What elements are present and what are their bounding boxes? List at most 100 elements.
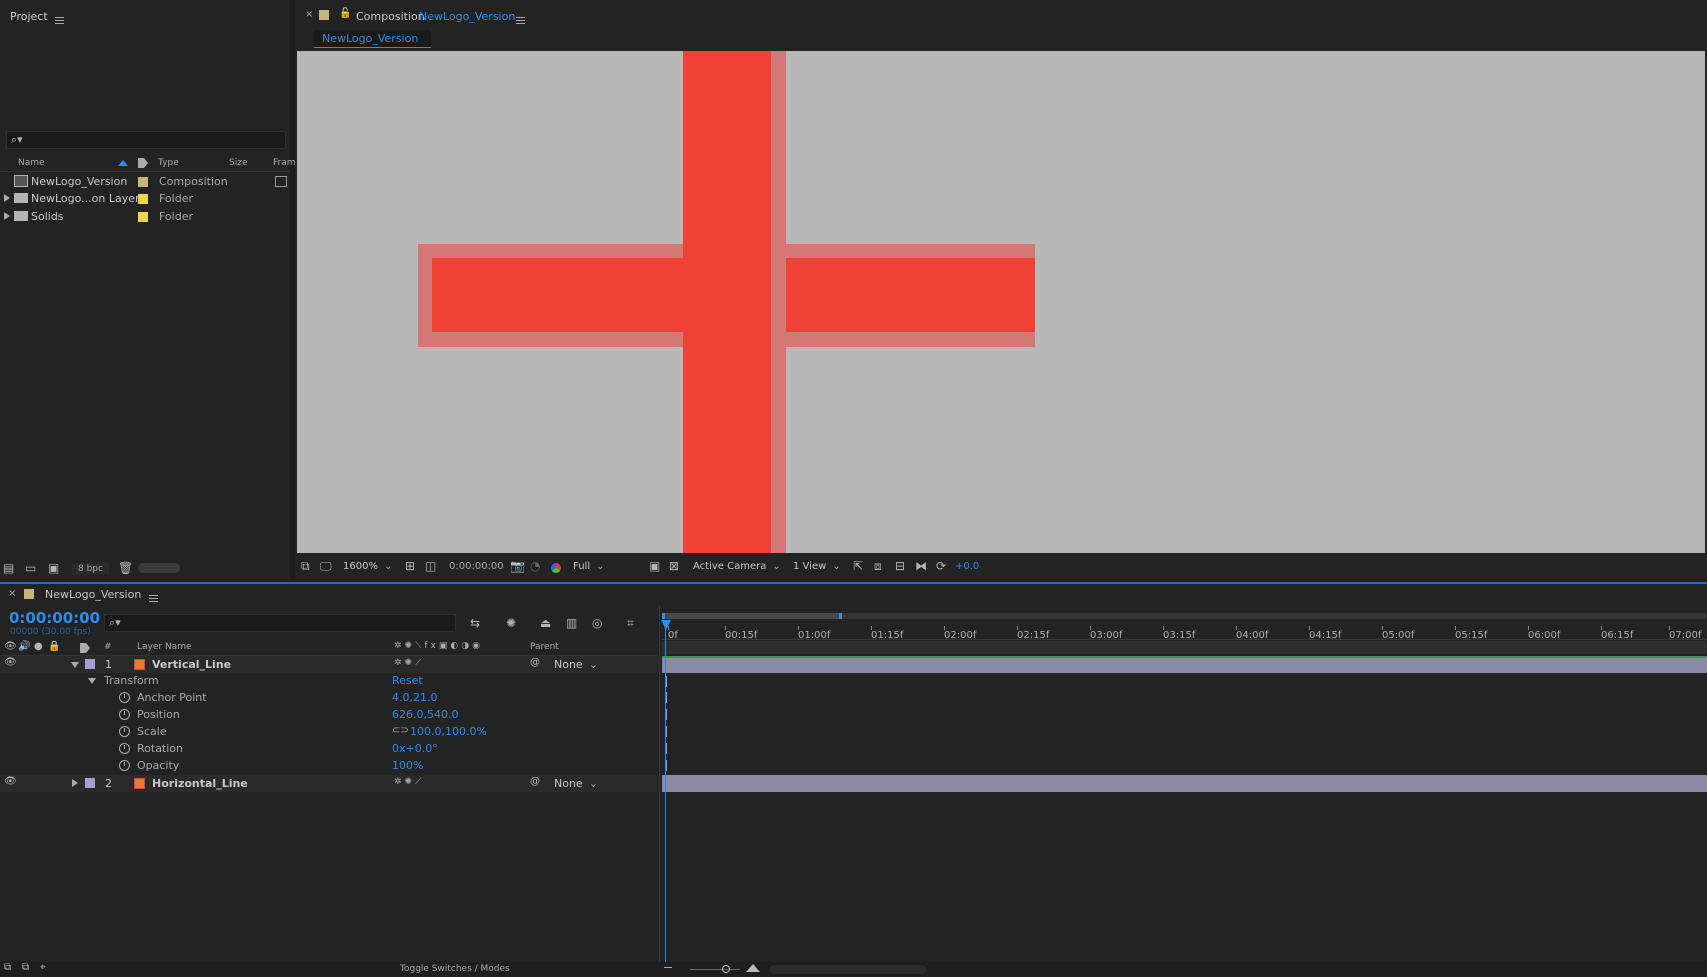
timeline-divider[interactable] <box>659 606 660 977</box>
always-preview-icon[interactable]: ⧉ <box>301 559 310 574</box>
zoom-slider-handle[interactable] <box>722 965 730 973</box>
timeline-tab-label[interactable]: NewLogo_Version <box>45 588 141 601</box>
column-size[interactable]: Size <box>229 158 247 168</box>
toggle-switches-modes-button[interactable]: Toggle Switches / Modes <box>400 964 510 974</box>
composition-tab[interactable]: NewLogo_Version <box>314 30 431 48</box>
label-swatch[interactable] <box>138 177 148 187</box>
expand-arrow-icon[interactable] <box>4 212 10 220</box>
label-tag-icon[interactable] <box>138 158 148 168</box>
transparency-grid-icon[interactable]: ◫ <box>425 559 436 573</box>
fit-frame-icon[interactable]: ⊞ <box>405 559 415 573</box>
composition-viewer[interactable] <box>297 51 1705 553</box>
stopwatch-icon[interactable] <box>119 760 130 771</box>
property-row[interactable]: Rotation 0x+0.0° <box>0 741 658 757</box>
video-toggle-icon[interactable]: 👁 <box>4 641 17 652</box>
reset-exposure-icon[interactable]: ⟳ <box>936 559 946 573</box>
property-value[interactable]: 4.0,21.0 <box>392 691 437 704</box>
current-time-indicator-head[interactable] <box>661 620 671 630</box>
draft-3d-icon[interactable]: ✺ <box>506 616 516 630</box>
shy-layers-icon[interactable]: ⏏ <box>540 616 551 630</box>
bpc-button[interactable]: 8 bpc <box>72 563 109 575</box>
layer-row[interactable]: 👁 1 Vertical_Line ✲✺⟋ @ None <box>0 656 658 673</box>
layer-switches[interactable]: ✲✺⟋ <box>394 777 424 787</box>
fast-previews-icon[interactable]: ⧈ <box>874 559 882 574</box>
stopwatch-icon[interactable] <box>119 726 130 737</box>
view-layout-dropdown[interactable]: 1 View <box>793 561 841 572</box>
new-composition-icon[interactable]: ▣ <box>48 561 59 575</box>
exposure-value[interactable]: +0.0 <box>955 561 979 572</box>
expand-arrow-icon[interactable] <box>71 662 79 668</box>
monitor-icon[interactable]: 🖵 <box>320 559 332 574</box>
comp-mini-flowchart-icon[interactable]: ⇆ <box>470 616 480 630</box>
column-frame[interactable]: Fram <box>273 158 296 168</box>
layer-duration-bar[interactable] <box>662 775 1707 792</box>
transform-group-row[interactable]: Transform Reset <box>0 673 658 689</box>
sort-ascending-icon[interactable] <box>118 160 128 166</box>
property-row[interactable]: Scale ⊂⊃ 100.0,100.0% <box>0 724 658 740</box>
property-value[interactable]: 0x+0.0° <box>392 742 438 755</box>
expand-arrow-icon[interactable] <box>4 194 10 202</box>
stopwatch-icon[interactable] <box>119 709 130 720</box>
interpret-footage-icon[interactable]: ▤ <box>3 561 14 575</box>
column-name[interactable]: Name <box>18 158 45 168</box>
transform-reset-link[interactable]: Reset <box>392 674 423 687</box>
stopwatch-icon[interactable] <box>119 743 130 754</box>
vertical-line-layer[interactable] <box>683 51 771 553</box>
layer-name[interactable]: Vertical_Line <box>152 658 231 671</box>
expand-arrow-icon[interactable] <box>72 779 78 787</box>
property-row[interactable]: Anchor Point 4.0,21.0 <box>0 690 658 706</box>
timeline-icon[interactable]: ⊟ <box>895 559 905 573</box>
frame-blending-icon[interactable]: ▥ <box>566 616 577 630</box>
close-icon[interactable]: × <box>305 9 313 20</box>
pickwhip-icon[interactable]: @ <box>530 657 540 668</box>
property-row[interactable]: Opacity 100% <box>0 758 658 774</box>
property-row[interactable]: Position 626.0,540.0 <box>0 707 658 723</box>
toggle-transparency-icon[interactable]: ⊠ <box>669 559 679 573</box>
show-snapshot-icon[interactable]: ◔ <box>530 559 540 573</box>
flowchart-icon[interactable]: ⧓ <box>915 559 927 573</box>
zoom-in-icon[interactable] <box>746 964 760 972</box>
project-item[interactable]: NewLogo_Version Composition <box>0 173 290 190</box>
project-item[interactable]: Solids Folder <box>0 208 290 225</box>
property-value[interactable]: 626.0,540.0 <box>392 708 458 721</box>
time-navigator[interactable] <box>662 613 1707 619</box>
current-time-display[interactable]: 0:00:00:00 <box>9 609 100 627</box>
lock-toggle-icon[interactable]: 🔒 <box>48 641 60 652</box>
pickwhip-icon[interactable]: @ <box>530 776 540 787</box>
property-value[interactable]: 100.0,100.0% <box>410 725 487 738</box>
project-search-input[interactable] <box>33 132 283 148</box>
viewer-timecode[interactable]: 0:00:00:00 <box>449 561 504 572</box>
work-area-bar[interactable] <box>662 613 842 619</box>
lock-icon[interactable]: 🔓 <box>339 8 351 19</box>
zoom-slider[interactable] <box>690 969 740 970</box>
layer-switches-toggle-icon[interactable]: ⧉ <box>4 962 11 973</box>
layer-duration-bar[interactable] <box>662 656 1707 673</box>
zoom-out-icon[interactable] <box>664 967 672 968</box>
resolution-dropdown[interactable]: Full <box>573 561 643 572</box>
layer-row[interactable]: 👁 2 Horizontal_Line ✲✺⟋ @ None <box>0 775 658 792</box>
new-folder-icon[interactable]: ▭ <box>25 561 36 575</box>
label-tag-icon[interactable] <box>80 643 90 653</box>
project-panel-title[interactable]: Project <box>10 10 48 23</box>
work-area-row[interactable] <box>662 641 1707 654</box>
label-swatch[interactable] <box>138 194 148 204</box>
visibility-eye-icon[interactable]: 👁 <box>4 776 17 787</box>
panel-menu-icon[interactable] <box>55 16 64 24</box>
solo-toggle-icon[interactable]: ● <box>34 641 43 652</box>
collapse-arrow-icon[interactable] <box>88 678 96 684</box>
layer-name[interactable]: Horizontal_Line <box>152 777 248 790</box>
flowchart-icon[interactable] <box>275 176 287 187</box>
graph-editor-icon[interactable]: ⌗ <box>627 616 634 631</box>
stopwatch-icon[interactable] <box>119 692 130 703</box>
column-type[interactable]: Type <box>158 158 179 168</box>
column-parent[interactable]: Parent <box>530 642 559 652</box>
timeline-search-field[interactable]: ⌕▾ <box>104 614 456 632</box>
region-of-interest-icon[interactable]: ▣ <box>649 559 660 573</box>
close-icon[interactable]: × <box>8 588 16 599</box>
constrain-proportions-icon[interactable]: ⊂⊃ <box>392 725 409 736</box>
layer-label-swatch[interactable] <box>85 659 95 669</box>
in-out-toggle-icon[interactable]: ⌖ <box>40 962 46 973</box>
toggle-pixel-aspect-icon[interactable]: ⇱ <box>853 559 863 573</box>
layer-label-swatch[interactable] <box>85 778 95 788</box>
transfer-controls-toggle-icon[interactable]: ⧉ <box>22 962 29 973</box>
